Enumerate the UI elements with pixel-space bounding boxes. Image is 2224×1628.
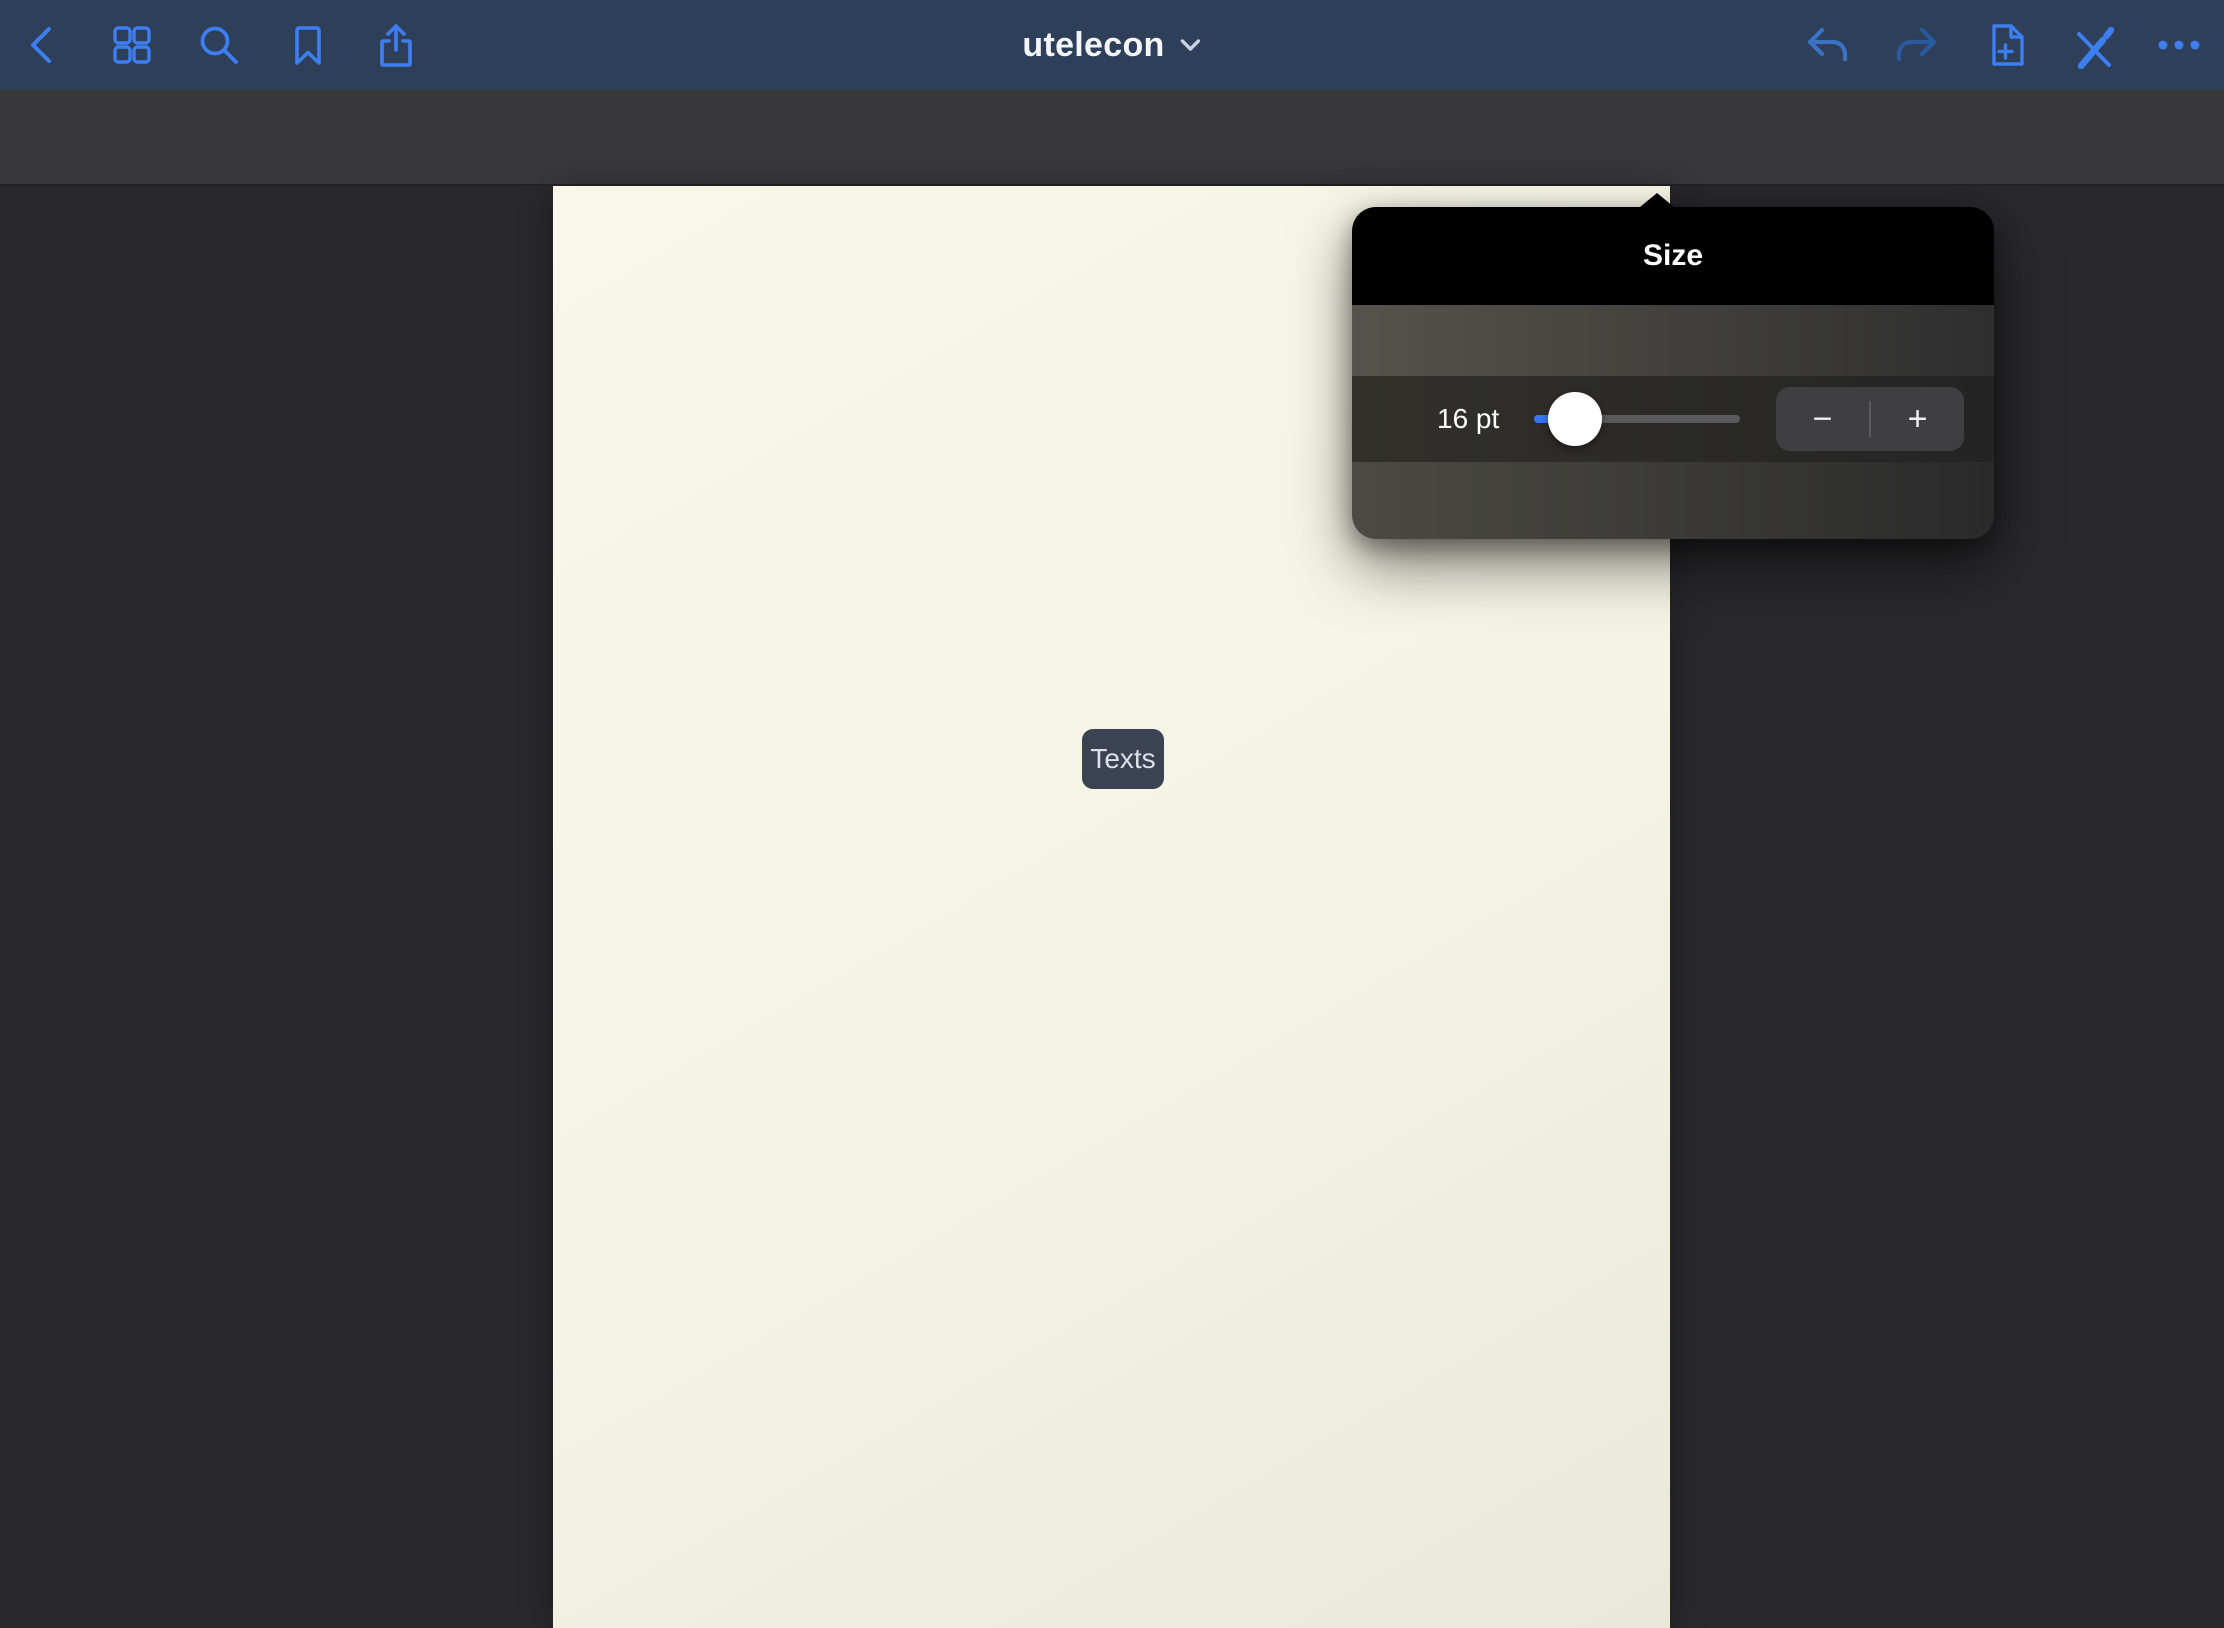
exit-editing-icon[interactable] [2066,21,2114,69]
size-value-label: 16 pt [1437,376,1499,462]
size-stepper: − + [1776,387,1964,451]
popover-spacer-top [1352,305,1994,376]
app-screen: utelecon a [0,0,2224,1628]
document-title[interactable]: utelecon [1022,0,1201,90]
document-title-label: utelecon [1022,26,1164,65]
size-increase-button[interactable]: + [1871,387,1964,451]
bookmark-icon[interactable] [284,21,332,69]
size-popover: Size 16 pt − + [1352,207,1994,539]
size-slider-thumb[interactable] [1548,392,1602,446]
popover-arrow [1640,193,1674,207]
text-object[interactable]: Texts [1082,729,1164,789]
popover-spacer-bottom [1352,462,1994,539]
more-icon[interactable] [2155,21,2203,69]
popover-header: Size [1352,207,1994,305]
back-icon[interactable] [20,21,68,69]
search-icon[interactable] [195,21,243,69]
thumbnails-grid-icon[interactable] [108,21,156,69]
share-icon[interactable] [372,21,420,69]
redo-icon[interactable] [1892,21,1940,69]
size-decrease-button[interactable]: − [1776,387,1869,451]
undo-icon[interactable] [1804,21,1852,69]
text-object-label: Texts [1090,743,1155,775]
chevron-down-icon [1180,37,1202,53]
popover-title: Size [1643,239,1703,273]
top-navigation-bar: utelecon [0,0,2224,90]
size-slider-row: 16 pt − + [1352,376,1994,462]
tool-bar: a T [0,90,2224,186]
add-page-icon[interactable] [1981,21,2029,69]
